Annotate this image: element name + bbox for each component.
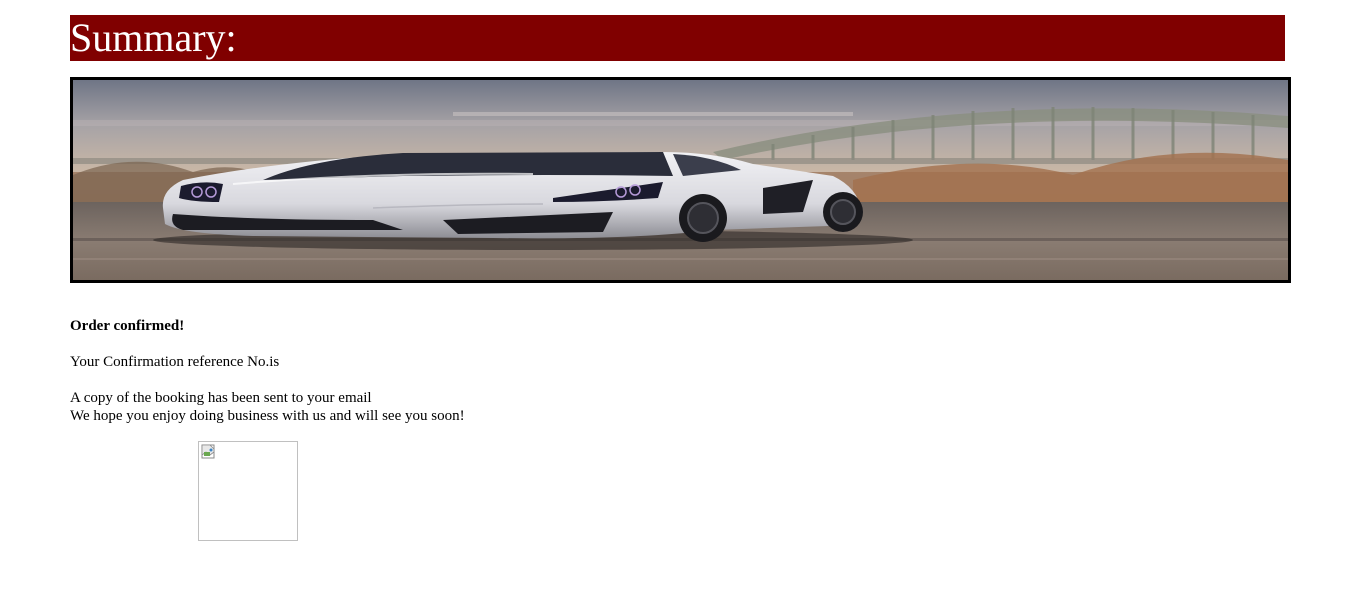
confirmation-reference: Your Confirmation reference No.is <box>70 354 280 370</box>
car-photo-illustration <box>73 80 1288 280</box>
order-confirmed-heading: Order confirmed! <box>70 318 185 334</box>
page-title: Summary: <box>70 15 237 60</box>
closing-message: We hope you enjoy doing business with us… <box>70 408 465 424</box>
car-banner-image <box>70 77 1291 283</box>
email-notice: A copy of the booking has been sent to y… <box>70 390 372 406</box>
image-placeholder <box>198 441 298 541</box>
broken-image-icon <box>201 444 215 459</box>
page: Summary: Order confirmed! Your Confirmat… <box>0 0 1360 615</box>
summary-header: Summary: <box>70 15 1285 61</box>
order-summary: Order confirmed! Your Confirmation refer… <box>70 317 870 425</box>
